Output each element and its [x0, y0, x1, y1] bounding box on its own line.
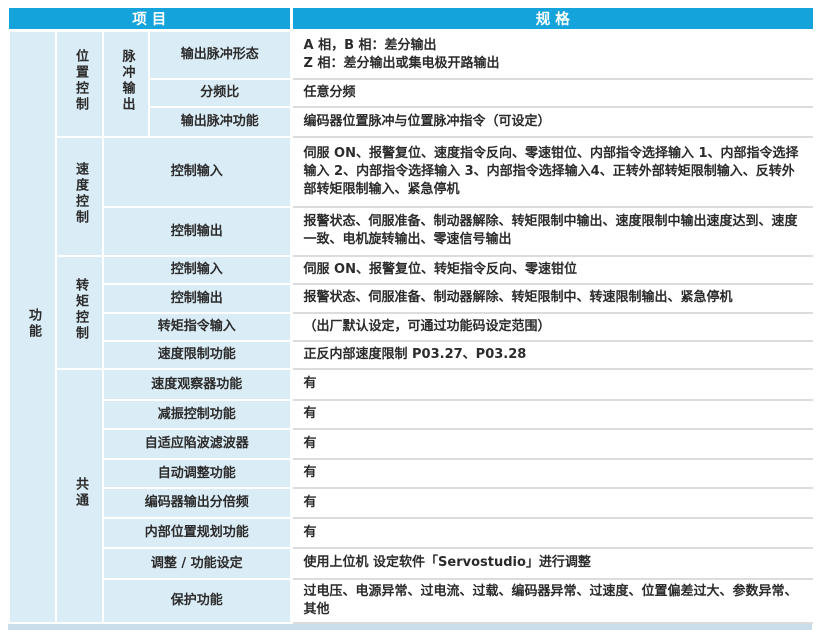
item-spec: 编码器位置脉冲与位置脉冲指令（可设定） [291, 107, 813, 137]
item-label: 输出脉冲形态 [149, 31, 291, 79]
group-label-speed-control: 速度控制 [56, 137, 103, 256]
item-spec: 有 [291, 488, 813, 518]
group-label-speed-control-text: 速度控制 [72, 162, 87, 226]
item-label: 编码器输出分倍频 [103, 488, 291, 518]
item-spec: 有 [291, 400, 813, 429]
table-bottom-bar [8, 624, 812, 630]
item-spec: 正反内部速度限制 P03.27、P03.28 [291, 341, 813, 369]
item-label: 控制输出 [103, 207, 291, 256]
item-label: 速度观察器功能 [103, 369, 291, 400]
item-label: 调整 / 功能设定 [103, 548, 291, 579]
item-spec: 报警状态、伺服准备、制动器解除、转矩限制中输出、速度限制中输出速度达到、速度一致… [291, 207, 813, 256]
item-spec: 有 [291, 369, 813, 400]
group-label-position-control-text: 位置控制 [72, 49, 87, 113]
column-header-item: 项 目 [9, 8, 291, 31]
item-label: 控制输入 [103, 137, 291, 207]
item-spec: 使用上位机 设定软件「Servostudio」进行调整 [291, 548, 813, 579]
item-label: 内部位置规划功能 [103, 518, 291, 548]
item-label: 分频比 [149, 79, 291, 107]
subgroup-label-pulse-output-text: 脉冲输出 [119, 49, 134, 113]
group-label-common: 共通 [56, 369, 103, 623]
subgroup-label-pulse-output: 脉冲输出 [103, 31, 149, 137]
item-spec: 有 [291, 459, 813, 488]
item-label: 减振控制功能 [103, 400, 291, 429]
group-label-common-text: 共通 [72, 477, 87, 509]
group-label-position-control: 位置控制 [56, 31, 103, 137]
item-spec: 有 [291, 518, 813, 548]
item-spec: （出厂默认设定，可通过功能码设定范围） [291, 313, 813, 341]
column-header-spec: 规 格 [291, 8, 813, 31]
item-spec: A 相，B 相：差分输出 Z 相：差分输出或集电极开路输出 [291, 31, 813, 79]
group-label-function: 功能 [9, 31, 56, 623]
item-label: 控制输入 [103, 256, 291, 284]
item-spec: 报警状态、伺服准备、制动器解除、转矩限制中、转速限制输出、紧急停机 [291, 284, 813, 313]
page: 项 目 规 格 功能 位置控制 脉冲输出 输出脉冲形态 A 相，B 相：差分输出… [0, 0, 820, 630]
item-label: 速度限制功能 [103, 341, 291, 369]
item-label: 自动调整功能 [103, 459, 291, 488]
spec-table: 项 目 规 格 功能 位置控制 脉冲输出 输出脉冲形态 A 相，B 相：差分输出… [8, 8, 813, 624]
item-label: 输出脉冲功能 [149, 107, 291, 137]
group-label-torque-control: 转矩控制 [56, 256, 103, 369]
item-spec: 有 [291, 429, 813, 459]
item-label: 转矩指令输入 [103, 313, 291, 341]
group-label-torque-control-text: 转矩控制 [72, 278, 87, 342]
item-spec: 过电压、电源异常、过电流、过载、编码器异常、过速度、位置偏差过大、参数异常、其他 [291, 579, 813, 623]
item-label: 自适应陷波滤波器 [103, 429, 291, 459]
item-spec: 伺服 ON、报警复位、速度指令反向、零速钳位、内部指令选择输入 1、内部指令选择… [291, 137, 813, 207]
item-spec: 任意分频 [291, 79, 813, 107]
item-spec: 伺服 ON、报警复位、转矩指令反向、零速钳位 [291, 256, 813, 284]
item-label: 保护功能 [103, 579, 291, 623]
item-label: 控制输出 [103, 284, 291, 313]
group-label-function-text: 功能 [25, 308, 40, 340]
